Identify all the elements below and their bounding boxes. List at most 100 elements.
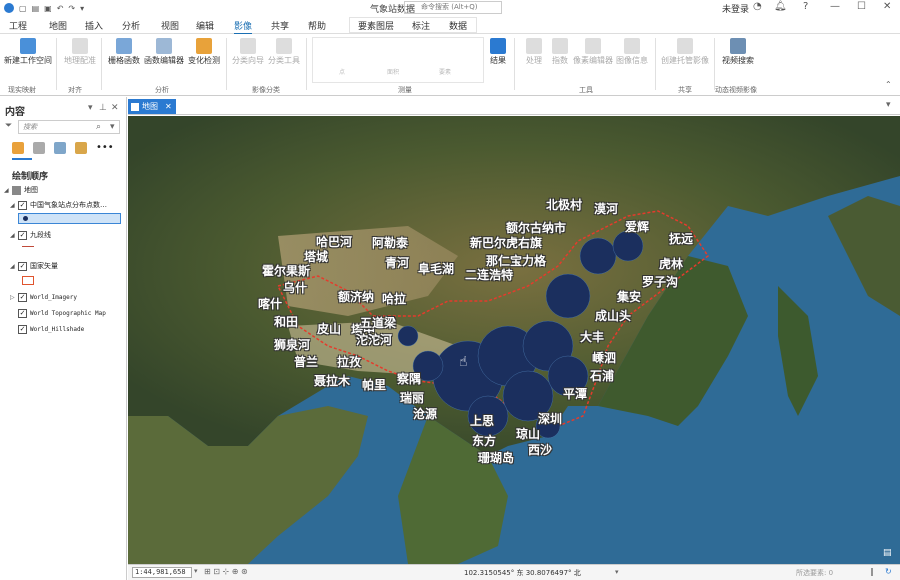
close-pane-icon[interactable]: ✕	[111, 103, 119, 113]
customize-icon[interactable]: ▾	[80, 4, 84, 13]
units-dropdown-icon[interactable]: ▾	[615, 568, 619, 576]
save-icon[interactable]: ▣	[44, 4, 52, 13]
classification-wizard-button[interactable]: 分类向导	[230, 38, 266, 66]
layer-world-imagery[interactable]: ▷ ✓ World_Imagery	[10, 290, 77, 304]
create-hosted-imagery-button[interactable]: 创建托管影像	[660, 38, 710, 66]
measure-gallery[interactable]: 点 面积 要素	[312, 37, 484, 83]
classification-tools-button[interactable]: 分类工具	[266, 38, 302, 66]
measure-point[interactable]: 点	[339, 67, 345, 76]
user-sign-in[interactable]: 未登录	[722, 2, 749, 15]
new-icon[interactable]: ▢	[19, 4, 27, 13]
map-label: 二连浩特	[465, 268, 514, 282]
minimize-button[interactable]: —	[830, 1, 840, 12]
image-info-button[interactable]: 图像信息	[614, 38, 650, 66]
map-view[interactable]: 北极村 漠河 额尔古纳市 爱辉 抚远 哈巴河 阿勒泰 塔城 新巴尔虎右旗 霍尔果…	[128, 116, 900, 564]
layer-label: 国家矢量	[30, 262, 58, 270]
map-label: 抚远	[669, 232, 694, 246]
tab-insert[interactable]: 插入	[85, 19, 103, 32]
app-window: ▢ ▤ ▣ ↶ ↷ ▾ 气象站数据 ⌕ 命令搜索 (Alt+Q) 未登录 ◔ 🔔…	[0, 0, 900, 580]
tab-share[interactable]: 共享	[271, 19, 289, 32]
results-button[interactable]: 结果	[487, 38, 509, 66]
scale-input[interactable]: 1:44,981,658	[132, 567, 192, 578]
georeference-button[interactable]: 地理配准	[62, 38, 98, 66]
editing-icon[interactable]	[75, 142, 87, 154]
user-avatar-icon[interactable]: ◔	[753, 1, 762, 12]
change-detection-button[interactable]: 变化检测	[186, 38, 222, 66]
close-tab-icon[interactable]: ✕	[165, 102, 172, 111]
more-icon[interactable]: •••	[96, 142, 114, 154]
command-search-input[interactable]: ⌕ 命令搜索 (Alt+Q)	[404, 1, 502, 14]
legend-symbol-selected[interactable]	[18, 213, 121, 224]
scale-dropdown-icon[interactable]: ▾	[194, 567, 198, 575]
maximize-button[interactable]: ☐	[857, 1, 866, 12]
tab-project[interactable]: 工程	[9, 19, 27, 32]
contents-title: 内容	[5, 107, 25, 118]
layer-world-topographic[interactable]: ✓ World Topographic Map	[18, 306, 106, 320]
layer-stations[interactable]: ◢ ✓ 中国气象站点分布点数…	[10, 198, 107, 212]
layer-checkbox[interactable]: ✓	[18, 200, 27, 210]
new-workspace-button[interactable]: 新建工作空间	[4, 38, 52, 66]
tab-analysis[interactable]: 分析	[122, 19, 140, 32]
refresh-icon[interactable]: ↻	[885, 567, 892, 576]
tab-data[interactable]: 数据	[449, 19, 467, 32]
tab-edit[interactable]: 编辑	[196, 19, 214, 32]
function-editor-button[interactable]: 函数编辑器	[143, 38, 185, 66]
open-icon[interactable]: ▤	[32, 4, 40, 13]
pixel-editor-label: 像素编辑器	[573, 56, 613, 65]
pixel-editor-button[interactable]: 像素编辑器	[572, 38, 614, 66]
status-tools-icon[interactable]: ⊞ ⊡ ⊹ ⊕ ⊛	[204, 567, 248, 576]
drawing-order-icon[interactable]	[12, 142, 24, 154]
tab-feature-layer[interactable]: 要素图层	[358, 19, 394, 32]
basemap	[128, 116, 900, 564]
close-button[interactable]: ✕	[883, 1, 891, 12]
layer-country[interactable]: ◢ ✓ 国家矢量	[10, 259, 58, 273]
pane-menu-icon[interactable]: ▾	[88, 103, 93, 113]
pin-icon[interactable]: ⊥	[99, 103, 107, 113]
selection-icon[interactable]	[54, 142, 66, 154]
layer-checkbox[interactable]: ✓	[18, 292, 27, 302]
tab-view[interactable]: 视图	[161, 19, 179, 32]
layer-checkbox[interactable]: ✓	[18, 261, 27, 271]
layer-checkbox[interactable]: ✓	[18, 308, 27, 318]
data-source-icon[interactable]	[33, 142, 45, 154]
layer-checkbox[interactable]: ✓	[18, 324, 27, 334]
layer-world-hillshade[interactable]: ✓ World_Hillshade	[18, 322, 84, 336]
contents-search-input[interactable]: 搜索	[18, 120, 120, 134]
collapse-icon[interactable]: ◢	[10, 263, 18, 270]
tab-list-icon[interactable]: ▾	[886, 100, 891, 110]
measure-feature[interactable]: 要素	[439, 67, 451, 76]
collapse-icon[interactable]: ◢	[10, 232, 18, 239]
tab-help[interactable]: 帮助	[308, 19, 326, 32]
video-search-icon	[730, 38, 746, 54]
chevron-down-icon[interactable]: ▾	[110, 122, 115, 132]
layer-checkbox[interactable]: ✓	[18, 230, 27, 240]
undo-icon[interactable]: ↶	[57, 4, 64, 13]
map-tools-icon[interactable]: ▤	[883, 548, 892, 558]
tab-labeling[interactable]: 标注	[412, 19, 430, 32]
collapse-ribbon-icon[interactable]: ⌃	[885, 80, 892, 89]
tab-imagery[interactable]: 影像	[234, 19, 253, 35]
collapse-icon[interactable]: ◢	[4, 187, 12, 194]
layer-nine-dash[interactable]: ◢ ✓ 九段线	[10, 228, 51, 242]
results-label: 结果	[490, 56, 506, 65]
layer-map[interactable]: ◢ 地图	[4, 183, 38, 197]
processing-button[interactable]: 处理	[520, 38, 548, 66]
indices-button[interactable]: 指数	[548, 38, 572, 66]
redo-icon[interactable]: ↷	[68, 4, 75, 13]
pause-icon[interactable]: ‖	[870, 567, 874, 576]
video-search-button[interactable]: 视频搜索	[720, 38, 756, 66]
raster-functions-button[interactable]: 栅格函数	[106, 38, 142, 66]
new-workspace-label: 新建工作空间	[4, 56, 52, 65]
tab-map[interactable]: 地图	[49, 19, 67, 32]
measure-area[interactable]: 面积	[387, 67, 399, 76]
notification-icon[interactable]: 🔔︎	[774, 1, 787, 12]
expand-icon[interactable]: ▷	[10, 294, 18, 301]
tab-map-view[interactable]: 地图 ✕	[128, 99, 176, 114]
help-button[interactable]: ?	[803, 1, 808, 12]
group-label: 共享	[678, 86, 692, 94]
map-label: 喀什	[258, 297, 283, 311]
collapse-icon[interactable]: ◢	[10, 202, 18, 209]
filter-icon[interactable]: ⏷	[5, 121, 12, 131]
map-label: 帕里	[362, 378, 387, 392]
map-label: 察隅	[397, 372, 422, 386]
